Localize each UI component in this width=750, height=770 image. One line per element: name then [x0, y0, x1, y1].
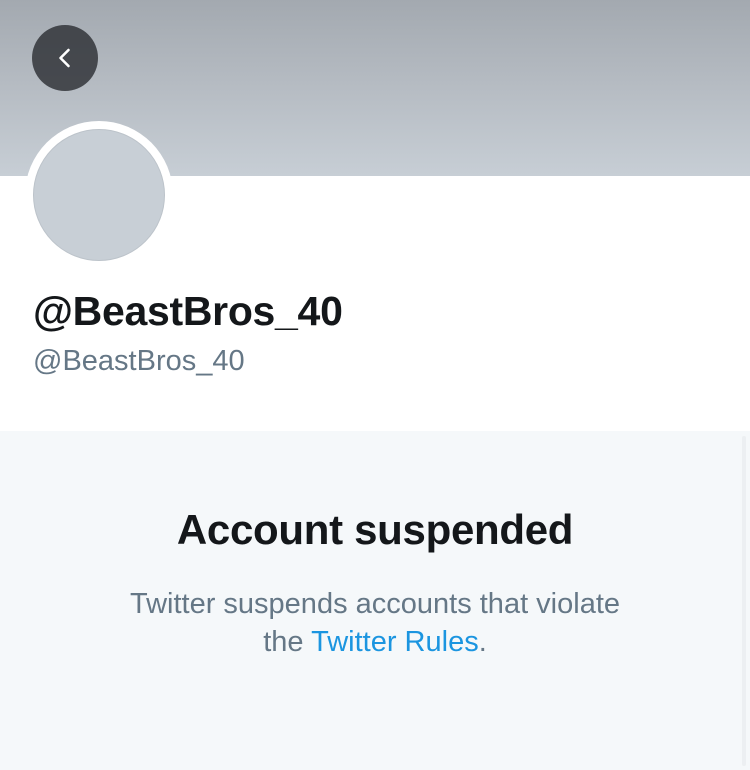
- profile-display-name: @BeastBros_40: [33, 288, 343, 334]
- scrollbar[interactable]: [742, 436, 746, 766]
- profile-handle: @BeastBros_40: [33, 345, 245, 377]
- notice-title: Account suspended: [176, 506, 574, 553]
- notice-body: Twitter suspends accounts that violate t…: [75, 585, 675, 661]
- notice-body-line1: Twitter suspends accounts that violate: [129, 588, 621, 620]
- profile-page: @BeastBros_40 @BeastBros_40 Account susp…: [0, 0, 750, 770]
- avatar[interactable]: [33, 129, 165, 261]
- back-button[interactable]: [32, 25, 98, 91]
- chevron-left-icon: [59, 48, 70, 68]
- twitter-rules-link[interactable]: Twitter Rules: [311, 626, 479, 658]
- notice-body-prefix: the: [263, 626, 312, 658]
- notice-body-suffix: .: [478, 626, 487, 658]
